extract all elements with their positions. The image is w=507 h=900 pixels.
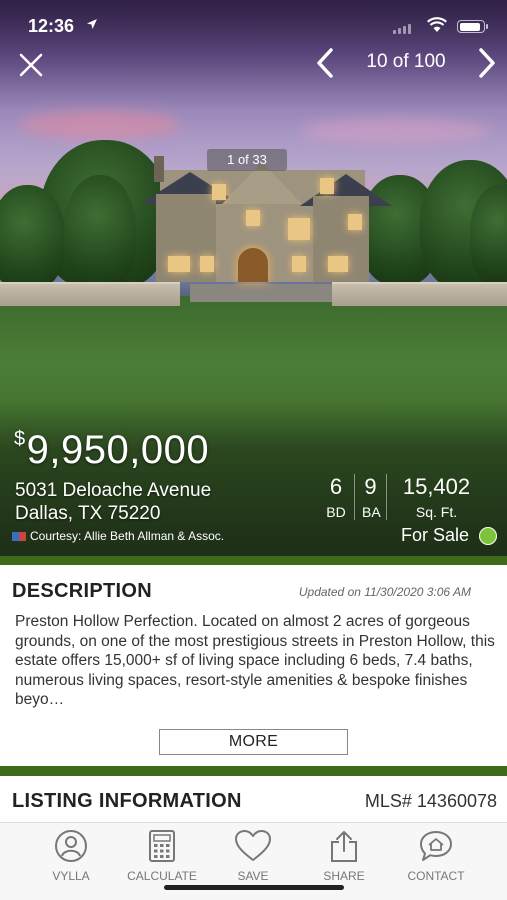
currency-symbol: $	[14, 428, 26, 450]
sqft-stat: 15,402 Sq. Ft.	[386, 474, 486, 520]
price-value: 9,950,000	[26, 428, 210, 472]
status-bar: 12:36	[0, 14, 507, 38]
close-icon	[19, 53, 43, 77]
location-arrow-icon	[86, 17, 98, 33]
window	[328, 256, 348, 272]
accent-band	[0, 556, 507, 565]
tab-vylla[interactable]: VYLLA	[26, 829, 116, 883]
tab-label: CALCULATE	[127, 869, 197, 883]
photo-counter: 1 of 33	[207, 149, 287, 171]
listing-information-heading: LISTING INFORMATION	[12, 790, 242, 812]
front-door	[238, 248, 268, 282]
home-indicator[interactable]	[164, 885, 344, 890]
share-icon	[331, 831, 357, 862]
chat-home-icon	[420, 831, 452, 861]
baths-value: 9	[364, 474, 377, 499]
window	[292, 256, 306, 272]
previous-listing-button[interactable]	[312, 46, 338, 80]
driveway	[190, 284, 340, 302]
tab-label: SAVE	[237, 869, 269, 883]
courtesy-line: Courtesy: Allie Beth Allman & Assoc.	[12, 529, 224, 543]
beds-value: 6	[329, 474, 343, 499]
description-heading: DESCRIPTION	[12, 580, 152, 602]
sqft-value: 15,402	[402, 474, 471, 499]
signal-icon	[393, 24, 411, 34]
tree	[0, 185, 65, 290]
window	[246, 210, 260, 226]
courtesy-text: Courtesy: Allie Beth Allman & Assoc.	[30, 529, 225, 543]
window	[200, 256, 214, 272]
person-icon	[55, 830, 87, 862]
chevron-left-icon	[317, 48, 333, 78]
calculator-icon	[149, 830, 175, 862]
cloud	[20, 110, 180, 140]
window	[212, 184, 226, 200]
address-line-1: 5031 Deloache Avenue	[15, 480, 212, 501]
updated-timestamp: Updated on 11/30/2020 3:06 AM	[298, 585, 471, 599]
window	[288, 218, 310, 240]
chimney	[154, 156, 164, 182]
tab-label: VYLLA	[52, 869, 90, 883]
battery-icon	[457, 20, 488, 33]
baths-stat: 9 BA	[354, 474, 386, 520]
accent-divider	[0, 766, 507, 776]
chevron-right-icon	[479, 48, 495, 78]
stone-wall	[0, 282, 180, 306]
sale-status: For Sale	[401, 525, 497, 546]
mls-logo-icon	[12, 531, 26, 541]
tab-label: SHARE	[323, 869, 365, 883]
listing-photo[interactable]: 12:36 10 of 100 1 of 33 $9,950,000 5031 …	[0, 0, 507, 565]
listing-counter: 10 of 100	[366, 51, 446, 72]
stone-wall	[332, 282, 507, 306]
mls-number: MLS# 14360078	[364, 791, 497, 811]
tab-label: CONTACT	[407, 869, 465, 883]
tree	[64, 175, 136, 290]
close-button[interactable]	[16, 50, 46, 80]
listing-price: $9,950,000	[14, 428, 209, 473]
next-listing-button[interactable]	[474, 46, 500, 80]
sale-status-text: For Sale	[400, 525, 469, 545]
tab-share[interactable]: SHARE	[299, 829, 389, 883]
window	[168, 256, 190, 272]
tab-contact[interactable]: CONTACT	[391, 829, 481, 883]
description-text: Preston Hollow Perfection. Located on al…	[15, 613, 495, 708]
tab-save[interactable]: SAVE	[208, 829, 298, 883]
heart-icon	[235, 830, 271, 861]
cloud	[300, 118, 490, 144]
beds-stat: 6 BD	[318, 474, 354, 520]
house	[140, 156, 392, 282]
property-stats: 6 BD 9 BA 15,402 Sq. Ft.	[318, 474, 486, 520]
window	[348, 214, 362, 230]
status-time: 12:36	[28, 16, 75, 36]
more-button[interactable]: MORE	[159, 729, 348, 755]
address-line-2: Dallas, TX 75220	[15, 503, 161, 524]
window	[320, 178, 334, 194]
baths-label: BA	[362, 504, 381, 520]
status-dot-icon	[479, 526, 497, 545]
beds-label: BD	[326, 504, 346, 520]
sqft-label: Sq. Ft.	[415, 504, 458, 520]
wifi-icon	[427, 17, 447, 38]
tab-calculate[interactable]: CALCULATE	[117, 829, 207, 883]
